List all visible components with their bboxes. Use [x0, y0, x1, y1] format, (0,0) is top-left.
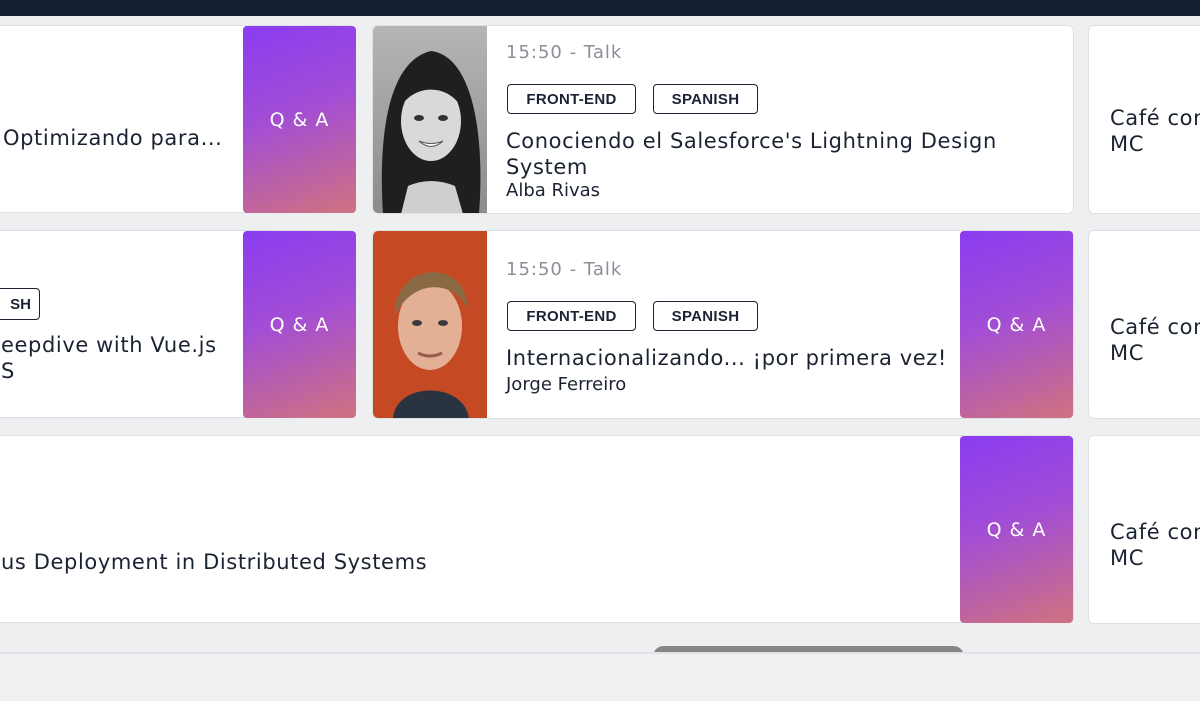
session-card-right-row2[interactable]: Café con MC — [1088, 230, 1200, 419]
session-card-right-row1[interactable]: Café con MC — [1088, 25, 1200, 214]
speaker-name[interactable]: Jorge Ferreiro — [506, 374, 626, 395]
session-title: Café con — [1110, 106, 1200, 130]
speaker-photo — [373, 231, 487, 418]
talk-title[interactable]: Conociendo el Salesforce's Lightning Des… — [506, 128, 997, 154]
speaker-photo — [373, 26, 487, 213]
speaker-avatar-icon — [373, 26, 487, 213]
talk-card-alba-rivas[interactable]: 15:50 - Talk FRONT-END SPANISH Conociend… — [372, 25, 1074, 214]
tag-spanish-partial[interactable]: SH — [0, 288, 40, 320]
tag-spanish[interactable]: SPANISH — [653, 301, 758, 331]
tag-front-end[interactable]: FRONT-END — [507, 301, 636, 331]
tag-front-end[interactable]: FRONT-END — [507, 84, 636, 114]
session-title: Optimizando para... — [3, 126, 223, 150]
session-title-line2: S — [1, 359, 15, 383]
session-card-row3[interactable]: us Deployment in Distributed Systems — [0, 435, 1074, 623]
speaker-avatar-icon — [373, 231, 487, 418]
talk-title[interactable]: Internacionalizando... ¡por primera vez! — [506, 345, 947, 371]
tag-spanish[interactable]: SPANISH — [653, 84, 758, 114]
session-title-line2: MC — [1110, 341, 1144, 365]
session-title-line2: MC — [1110, 132, 1144, 156]
qa-button[interactable]: Q & A — [960, 436, 1073, 623]
speaker-name[interactable]: Alba Rivas — [506, 180, 600, 201]
talk-time: 15:50 - Talk — [506, 42, 623, 63]
schedule-grid[interactable]: Optimizando para... Q & A 15:50 - Talk F… — [0, 16, 1200, 652]
qa-button[interactable]: Q & A — [960, 231, 1073, 418]
session-title-line2: MC — [1110, 546, 1144, 570]
qa-button[interactable]: Q & A — [243, 231, 356, 418]
horizontal-scrollbar-track[interactable] — [0, 652, 1200, 701]
session-card-right-row3[interactable]: Café con MC — [1088, 435, 1200, 624]
talk-time: 15:50 - Talk — [506, 259, 623, 280]
session-title: us Deployment in Distributed Systems — [1, 550, 428, 574]
session-title: Café con — [1110, 315, 1200, 339]
top-app-bar — [0, 0, 1200, 16]
talk-title-line2[interactable]: System — [506, 154, 588, 180]
session-title: Café con — [1110, 520, 1200, 544]
session-title: eepdive with Vue.js — [1, 333, 217, 357]
qa-button[interactable]: Q & A — [243, 26, 356, 213]
